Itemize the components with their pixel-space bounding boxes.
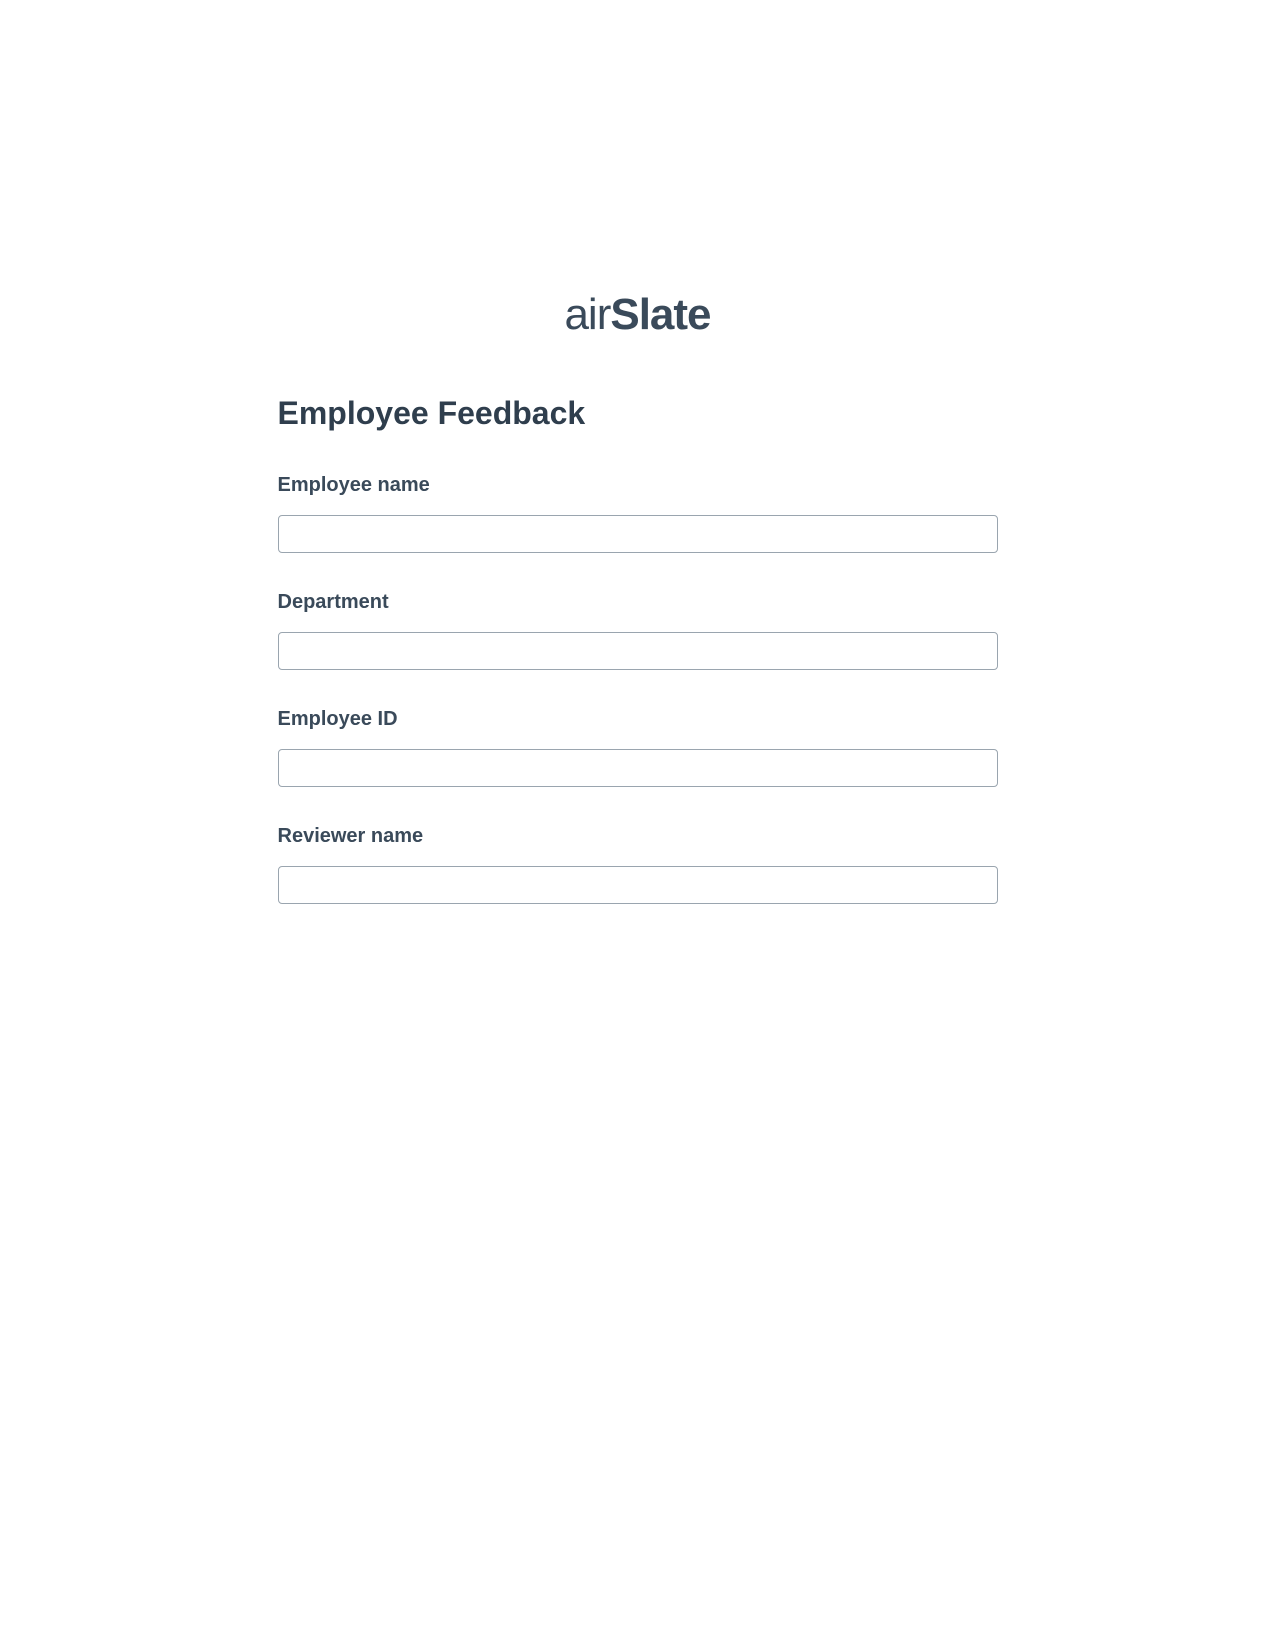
input-employee-id[interactable] [278, 749, 998, 787]
field-employee-name: Employee name [278, 474, 998, 553]
field-department: Department [278, 591, 998, 670]
logo-part2: Slate [610, 290, 710, 339]
logo-part1: air [564, 290, 610, 339]
input-reviewer-name[interactable] [278, 866, 998, 904]
label-employee-name: Employee name [278, 474, 998, 497]
input-employee-name[interactable] [278, 515, 998, 553]
label-department: Department [278, 591, 998, 614]
field-reviewer-name: Reviewer name [278, 825, 998, 904]
logo: airSlate [278, 290, 998, 340]
label-reviewer-name: Reviewer name [278, 825, 998, 848]
form-container: airSlate Employee Feedback Employee name… [278, 0, 998, 904]
field-employee-id: Employee ID [278, 708, 998, 787]
form-title: Employee Feedback [278, 395, 998, 432]
label-employee-id: Employee ID [278, 708, 998, 731]
input-department[interactable] [278, 632, 998, 670]
logo-text: airSlate [564, 290, 710, 339]
